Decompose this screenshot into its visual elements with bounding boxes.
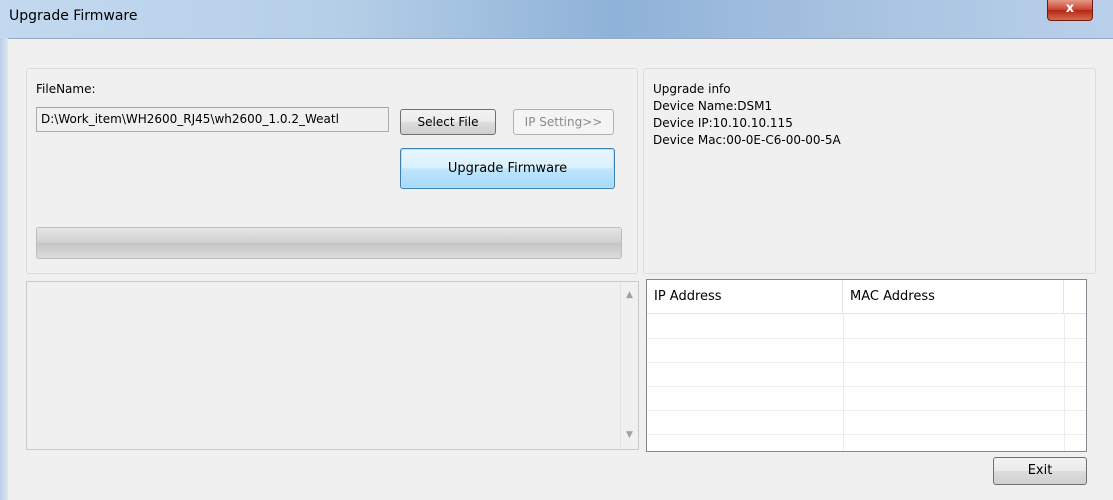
- scroll-down-icon[interactable]: ▼: [621, 427, 638, 444]
- scroll-up-icon[interactable]: ▲: [621, 287, 638, 304]
- exit-label: Exit: [1027, 463, 1053, 478]
- upgrade-info-heading: Upgrade info: [653, 82, 731, 96]
- device-mac-text: Device Mac:00-0E-C6-00-00-5A: [653, 133, 841, 147]
- ip-setting-button[interactable]: IP Setting>>: [513, 109, 614, 135]
- column-ip-address[interactable]: IP Address: [647, 280, 843, 313]
- ip-setting-label: IP Setting>>: [524, 115, 603, 129]
- list-row[interactable]: [647, 338, 1086, 363]
- window-title: Upgrade Firmware: [9, 8, 138, 24]
- list-row[interactable]: [647, 410, 1086, 435]
- device-ip-text: Device IP:10.10.10.115: [653, 116, 793, 130]
- list-row[interactable]: [647, 314, 1086, 339]
- file-path-field[interactable]: D:\Work_item\WH2600_RJ45\wh2600_1.0.2_We…: [36, 107, 389, 132]
- device-name-text: Device Name:DSM1: [653, 99, 773, 113]
- upgrade-info-groupbox: Upgrade info Device Name:DSM1 Device IP:…: [643, 68, 1096, 274]
- exit-button[interactable]: Exit: [993, 457, 1087, 485]
- upgrade-progress-bar: [36, 227, 622, 259]
- log-scrollbar[interactable]: ▲ ▼: [620, 282, 638, 449]
- log-text-area[interactable]: ▲ ▼: [26, 281, 639, 450]
- close-icon: x: [1065, 1, 1075, 16]
- title-bar: Upgrade Firmware x: [0, 0, 1113, 39]
- select-file-button[interactable]: Select File: [400, 109, 496, 135]
- device-list[interactable]: IP Address MAC Address: [646, 279, 1087, 452]
- column-mac-address[interactable]: MAC Address: [843, 280, 1064, 313]
- window-frame-left: [0, 38, 8, 500]
- list-row[interactable]: [647, 362, 1086, 387]
- upgrade-firmware-button[interactable]: Upgrade Firmware: [400, 148, 615, 189]
- close-button[interactable]: x: [1047, 0, 1093, 21]
- list-row[interactable]: [647, 386, 1086, 411]
- file-groupbox: FileName: D:\Work_item\WH2600_RJ45\wh260…: [26, 68, 638, 274]
- device-list-header: IP Address MAC Address: [647, 280, 1086, 314]
- filename-label: FileName:: [36, 82, 96, 96]
- upgrade-firmware-window: Upgrade Firmware x FileName: D:\Work_ite…: [0, 0, 1113, 500]
- select-file-label: Select File: [417, 115, 479, 129]
- upgrade-firmware-label: Upgrade Firmware: [447, 161, 568, 176]
